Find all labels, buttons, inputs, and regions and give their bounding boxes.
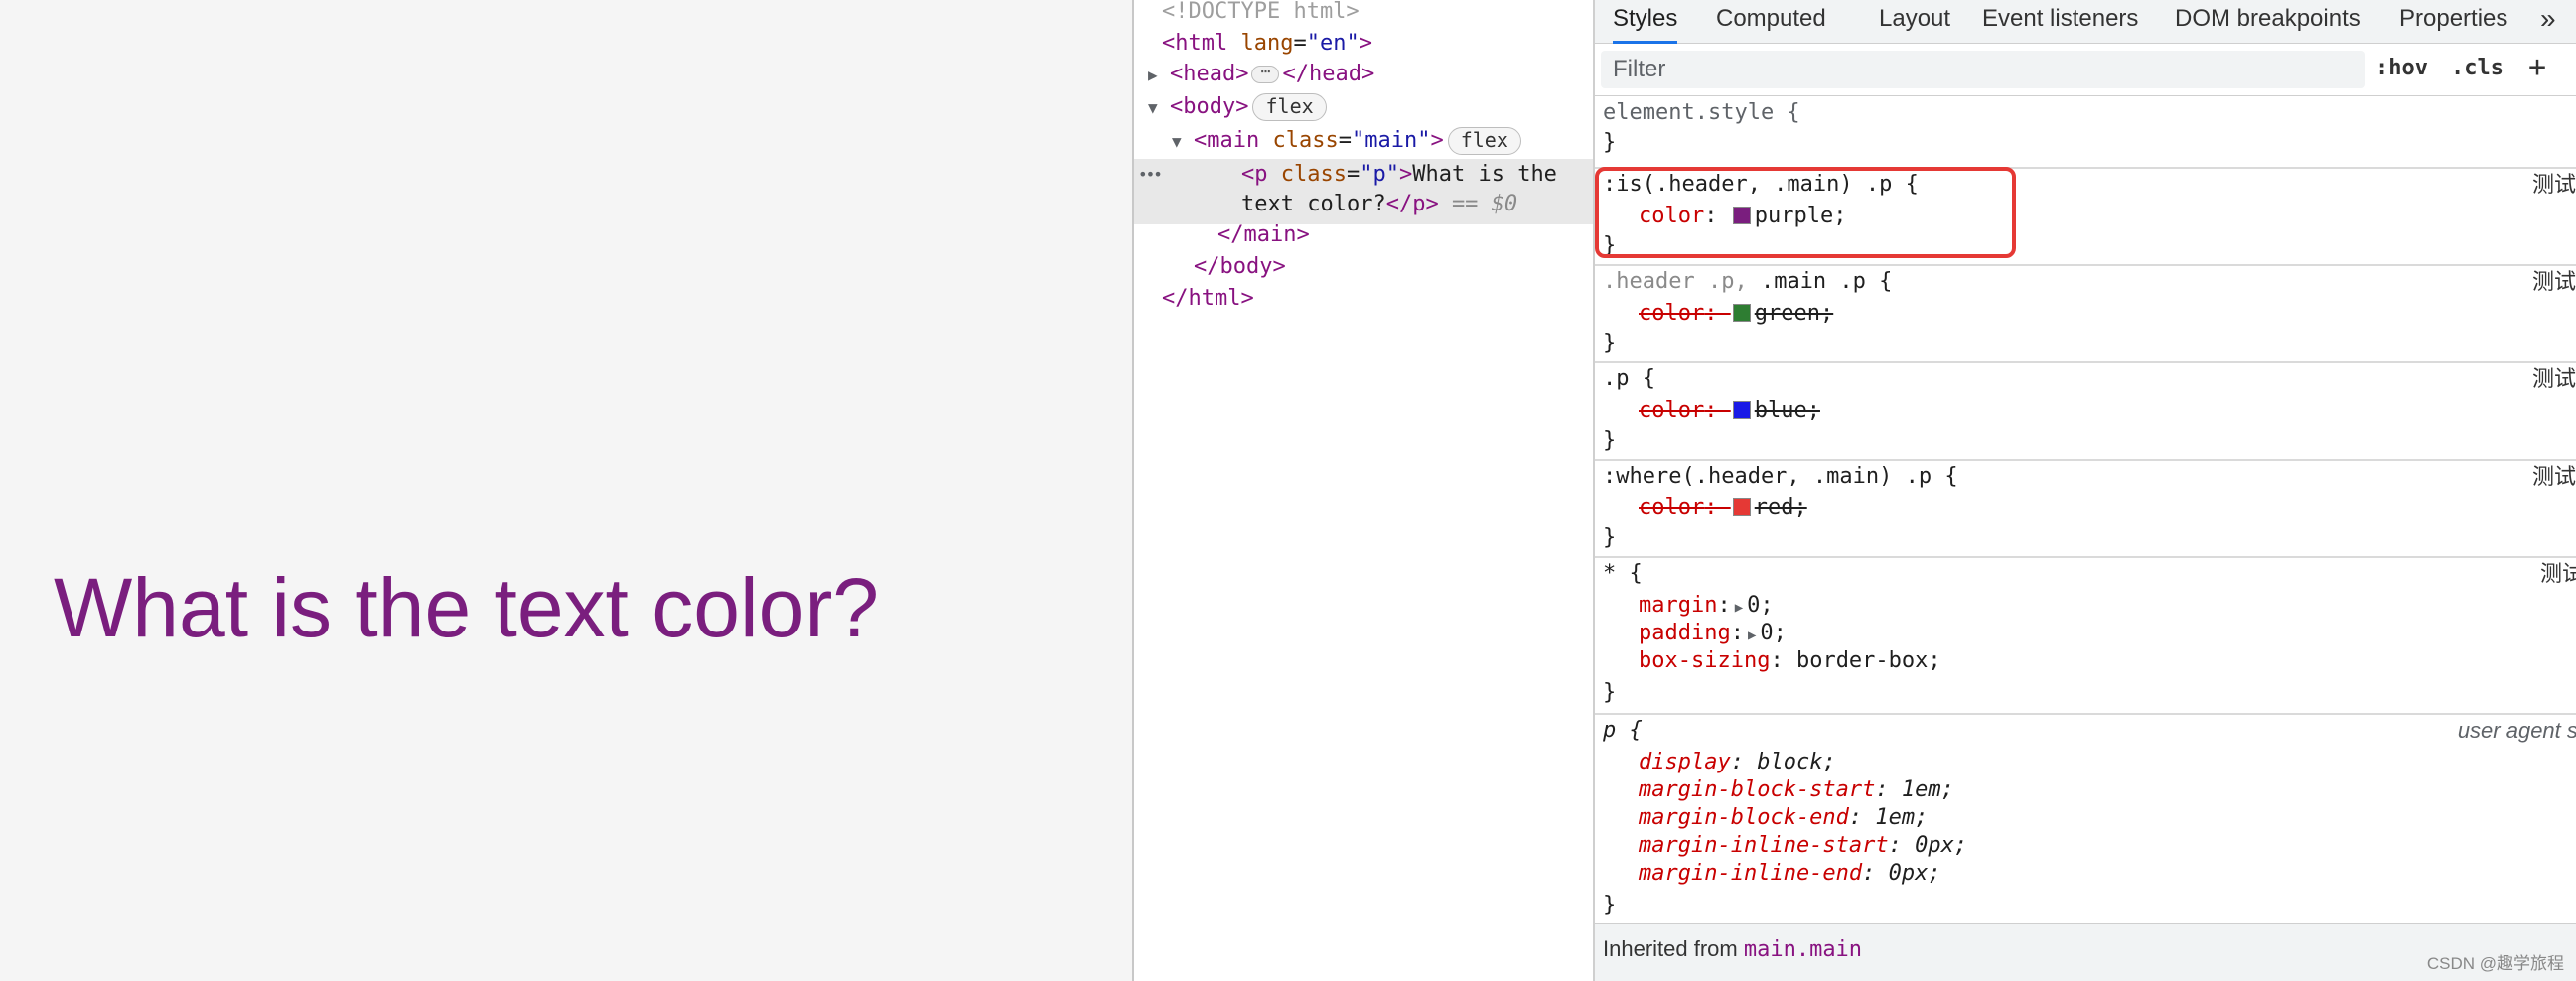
rule-selector[interactable]: * { [1603,560,1643,588]
doctype-node[interactable]: <!DOCTYPE html> [1162,0,1360,28]
html-node[interactable]: <html lang="en"> [1162,28,1372,60]
style-declaration-overridden[interactable]: color: green; [1639,300,1833,328]
tab-properties[interactable]: Properties [2399,0,2507,44]
preview-paragraph: What is the text color? [54,561,880,654]
style-declaration-overridden[interactable]: color: red; [1639,494,1807,522]
html-lang-value: "en" [1306,31,1360,56]
rule-source-link[interactable]: 测试 [2532,171,2576,199]
filter-input[interactable] [1601,51,2365,88]
element-style-rule: element.style { } [1595,97,2576,169]
inherited-selector-link[interactable]: main.main [1744,937,1862,962]
body-close-tag[interactable]: </body> [1194,251,1286,283]
rule-source-link[interactable]: 测试 [2532,365,2576,393]
style-rule-is: :is(.header, .main) .p { 测试 color: purpl… [1595,169,2576,266]
expand-shorthand-icon[interactable]: ▶ [1748,628,1756,643]
more-tabs-icon[interactable]: » [2540,0,2556,44]
style-declaration-overridden[interactable]: color: blue; [1639,397,1820,425]
tab-layout[interactable]: Layout [1879,0,1950,44]
tab-styles[interactable]: Styles [1613,0,1678,44]
style-declaration: margin-block-start: 1em; [1639,777,1954,802]
style-declaration[interactable]: color: purple; [1639,203,1846,230]
collapsed-ellipsis-icon[interactable]: ⋯ [1251,64,1280,83]
rule-selector[interactable]: .p { [1603,365,1655,393]
rule-selector[interactable]: .header .p, .main .p { [1603,268,1892,296]
main-close-tag[interactable]: </main> [1217,219,1310,251]
p-node[interactable]: <p class="p">What is the [1241,159,1557,191]
rule-source-link[interactable]: 测试 [2540,560,2576,588]
style-rule-universal: * { 测试 margin: ▶ 0; padding: ▶ 0; box-sizing… [1595,558,2576,715]
tab-dom-breakpoints[interactable]: DOM breakpoints [2175,0,2361,44]
style-declaration[interactable]: padding: ▶ 0; [1639,620,1787,647]
collapse-triangle-icon[interactable]: ▼ [1172,126,1194,158]
rule-source-link[interactable]: 测试 [2532,268,2576,296]
style-declaration[interactable]: box-sizing: border-box; [1639,647,1941,675]
sidebar-tabs: Styles Computed Layout Event listeners D… [1595,0,2576,44]
tab-event-listeners[interactable]: Event listeners [1982,0,2138,44]
style-declaration: margin-inline-start: 0px; [1639,833,1968,858]
cls-toggle-button[interactable]: .cls [2451,56,2504,80]
color-swatch[interactable] [1732,304,1751,322]
style-declaration[interactable]: margin: ▶ 0; [1639,592,1774,620]
body-node[interactable]: ▼ <body> flex [1148,91,1327,123]
style-rule-header-main: .header .p, .main .p { 测试 color: green; … [1595,266,2576,363]
hov-toggle-button[interactable]: :hov [2375,56,2428,80]
style-declaration: display: block; [1639,750,1836,774]
flex-badge[interactable]: flex [1252,93,1327,121]
style-rule-user-agent: p { user agent st display: block; margin… [1595,715,2576,923]
head-node[interactable]: ▶ <head> ⋯ </head> [1148,59,1374,90]
color-swatch[interactable] [1732,207,1751,224]
elements-panel: <!DOCTYPE html> <html lang="en"> ▶ <head>… [1134,0,1593,981]
tab-computed[interactable]: Computed [1716,0,1826,44]
expand-shorthand-icon[interactable]: ▶ [1735,600,1743,616]
color-swatch[interactable] [1732,498,1751,516]
collapse-triangle-icon[interactable]: ▼ [1148,92,1170,124]
flex-badge[interactable]: flex [1447,127,1521,155]
node-actions-icon[interactable]: ••• [1138,159,1163,191]
rule-selector[interactable]: element.style { [1603,99,1800,127]
html-open-tag: <html [1162,31,1228,56]
page-preview: What is the text color? [0,0,1132,981]
watermark: CSDN @趣学旅程 [2426,954,2564,973]
style-declaration: margin-inline-end: 0px; [1639,861,1941,886]
expand-triangle-icon[interactable]: ▶ [1148,60,1170,91]
console-ref: == $0 [1451,192,1518,216]
html-close-tag[interactable]: </html> [1162,283,1254,315]
style-rule-where: :where(.header, .main) .p { 测试 color: re… [1595,461,2576,558]
style-rule-p: .p { 测试 color: blue; } [1595,363,2576,461]
rule-selector: p { [1603,718,1643,743]
style-declaration: margin-block-end: 1em; [1639,805,1929,830]
color-swatch[interactable] [1732,401,1751,419]
html-lang-attr: lang [1240,31,1294,56]
user-agent-stylesheet-label: user agent st [2457,718,2576,743]
rule-selector[interactable]: :is(.header, .main) .p { [1603,171,1919,199]
p-text-content: What is the [1412,162,1557,187]
rule-source-link[interactable]: 测试 [2532,463,2576,490]
p-node-line2[interactable]: text color?</p> == $0 [1241,189,1517,220]
rule-selector[interactable]: :where(.header, .main) .p { [1603,463,1958,490]
main-node[interactable]: ▼ <main class="main"> flex [1172,125,1521,157]
styles-panel: Styles Computed Layout Event listeners D… [1595,0,2576,981]
filter-bar [1595,45,2576,96]
add-rule-icon[interactable]: + [2528,50,2546,84]
